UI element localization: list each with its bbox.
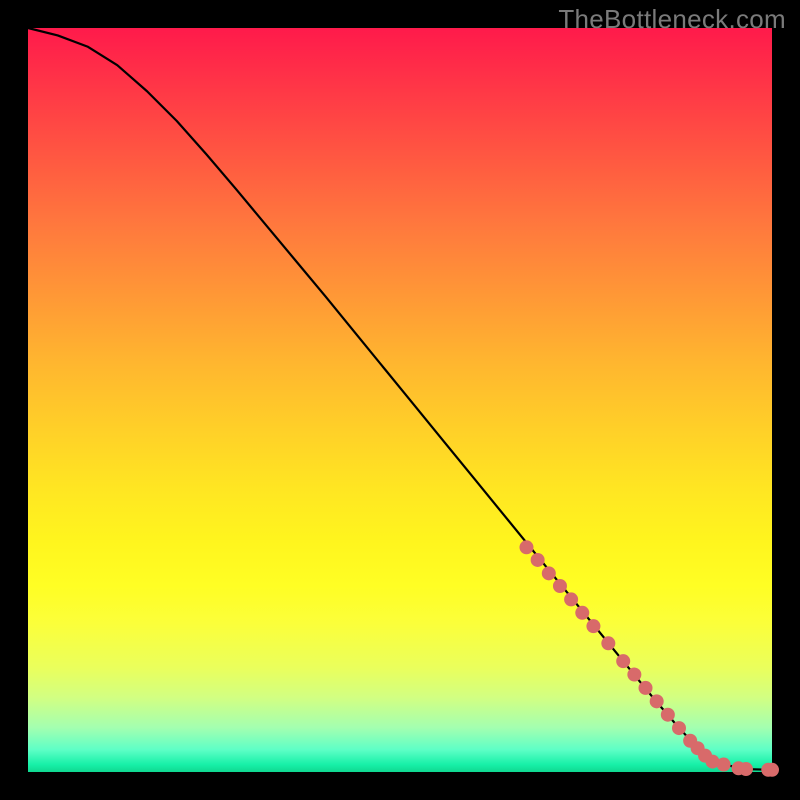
marker-dot — [553, 579, 567, 593]
marker-dot — [564, 592, 578, 606]
marker-dot — [519, 540, 533, 554]
plot-area — [28, 28, 772, 772]
marker-dot — [627, 668, 641, 682]
marker-dot — [661, 708, 675, 722]
marker-dot — [639, 681, 653, 695]
marker-dot — [765, 763, 779, 777]
watermark-label: TheBottleneck.com — [558, 4, 786, 35]
marker-group — [519, 540, 779, 776]
marker-dot — [717, 758, 731, 772]
marker-dot — [616, 654, 630, 668]
marker-dot — [601, 636, 615, 650]
marker-dot — [739, 762, 753, 776]
chart-frame: TheBottleneck.com — [0, 0, 800, 800]
marker-dot — [650, 694, 664, 708]
marker-dot — [575, 606, 589, 620]
marker-dot — [531, 553, 545, 567]
marker-dot — [672, 721, 686, 735]
marker-dot — [542, 566, 556, 580]
curve-line — [28, 28, 772, 770]
marker-dot — [586, 619, 600, 633]
chart-svg — [28, 28, 772, 772]
